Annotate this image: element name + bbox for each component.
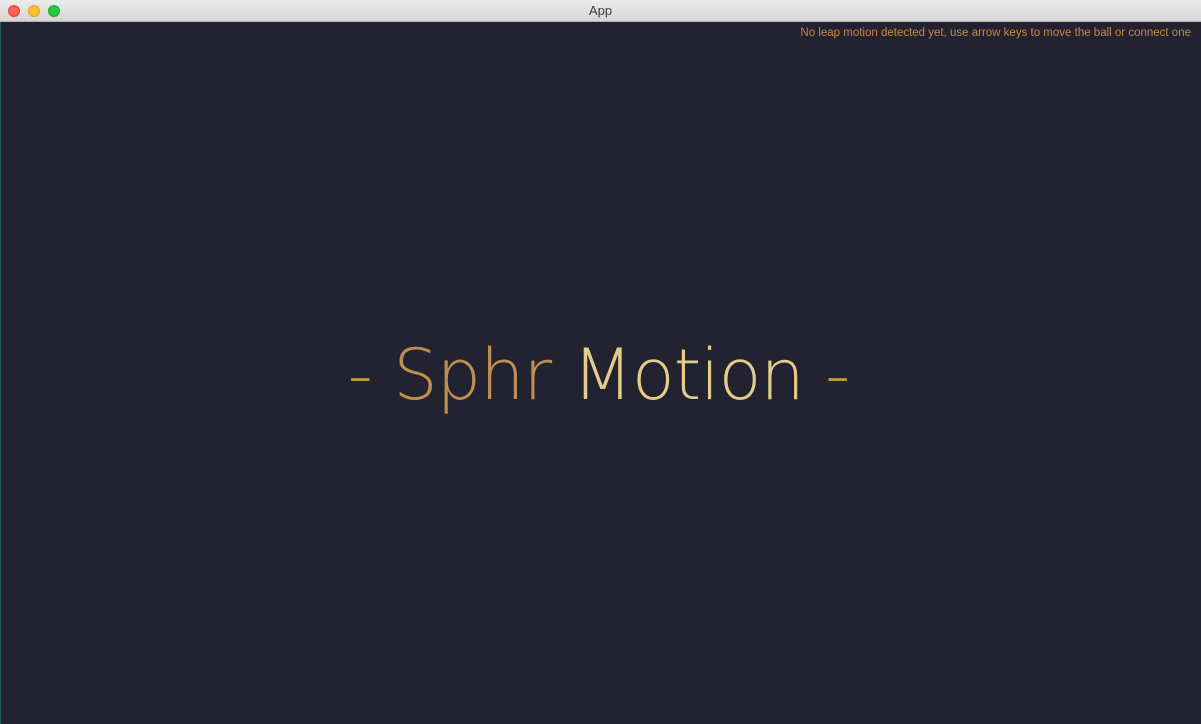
- leap-motion-notice: No leap motion detected yet, use arrow k…: [800, 27, 1191, 39]
- headline-word-motion: Motion: [572, 334, 804, 416]
- headline-word-sphr: Sphr: [393, 334, 552, 416]
- headline-dash-left: -: [347, 334, 373, 416]
- window-title: App: [588, 3, 613, 18]
- app-headline: - Sphr Motion -: [0, 330, 1199, 420]
- app-window: App No leap motion detected yet, use arr…: [0, 0, 1201, 724]
- headline-dash-right: -: [825, 334, 850, 416]
- title-bar[interactable]: App: [0, 0, 1201, 22]
